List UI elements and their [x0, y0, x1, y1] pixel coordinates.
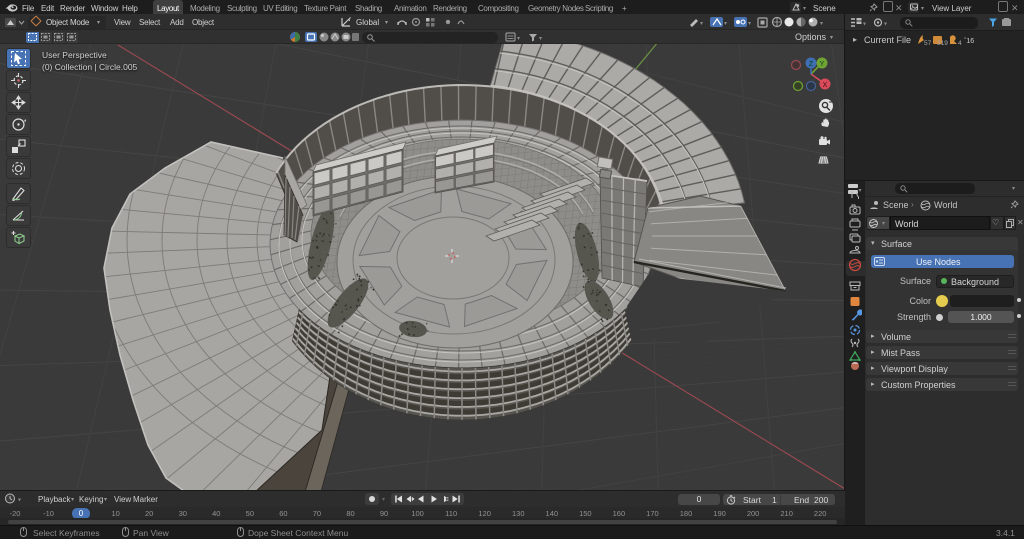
svg-text:319: 319 [937, 40, 948, 46]
svg-text:▾: ▾ [517, 36, 520, 42]
svg-text:Z: Z [809, 61, 814, 68]
svg-text:4: 4 [958, 40, 962, 46]
svg-text:▾: ▾ [539, 36, 542, 42]
svg-text:X: X [823, 82, 828, 89]
svg-text:▾: ▾ [863, 22, 866, 28]
svg-text:▾: ▾ [18, 498, 21, 504]
svg-text:▾: ▾ [700, 21, 703, 27]
svg-text:57: 57 [924, 40, 932, 46]
svg-text:▾: ▾ [748, 21, 751, 27]
svg-text:▾: ▾ [884, 22, 887, 28]
svg-text:ˆ16: ˆ16 [964, 38, 974, 45]
svg-text:▾: ▾ [820, 21, 823, 27]
svg-text:▾: ▾ [724, 21, 727, 27]
svg-text:Y: Y [820, 61, 825, 68]
